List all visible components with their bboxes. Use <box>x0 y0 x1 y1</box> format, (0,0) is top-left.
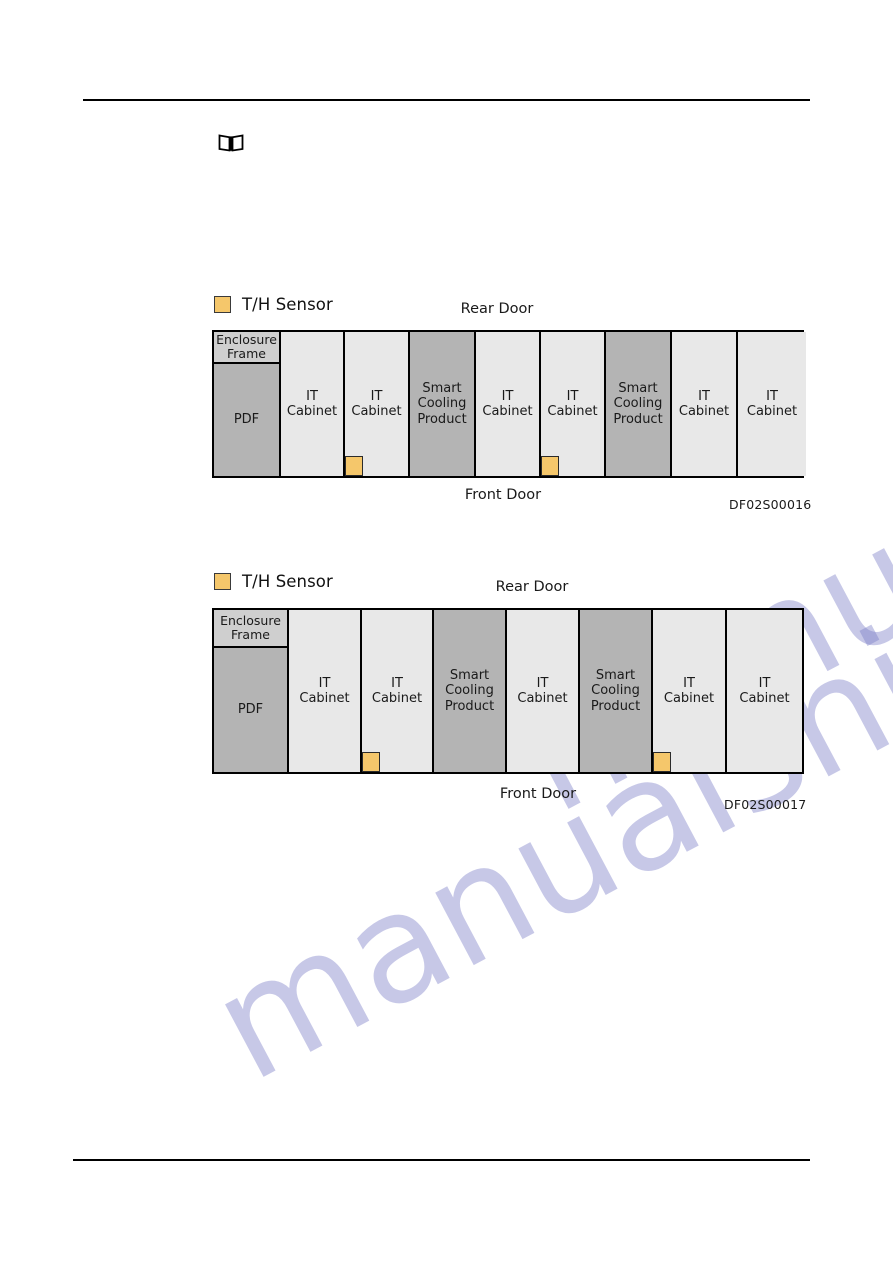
rack-cell-label: IT Cabinet <box>286 388 338 419</box>
rack-cell-label: IT Cabinet <box>663 675 715 706</box>
rack-cell-label: IT Cabinet <box>371 675 423 706</box>
front-door-label: Front Door <box>499 786 577 802</box>
rack-row: Enclosure Frame PDF IT Cabinet IT Cabinet Sm… <box>212 608 804 774</box>
th-sensor-marker <box>541 456 559 476</box>
legend-swatch-icon <box>214 573 231 590</box>
figure-id: DF02S00017 <box>724 797 807 812</box>
enclosure-frame-label: Enclosure Frame <box>216 331 277 361</box>
header-rule <box>83 99 810 101</box>
rack-cell-it-cabinet: IT Cabinet <box>541 332 606 476</box>
rack-cell-label: IT Cabinet <box>351 388 402 419</box>
rack-cell-it-cabinet: IT Cabinet <box>362 610 434 772</box>
rack-cell-it-cabinet: IT Cabinet <box>738 332 806 476</box>
rack-cell-label: IT Cabinet <box>746 388 798 419</box>
rack-cell-label: IT Cabinet <box>482 388 533 419</box>
rack-cell-label: IT Cabinet <box>678 388 730 419</box>
rack-cell-it-cabinet: IT Cabinet <box>653 610 727 772</box>
rack-cell-pdf: PDF <box>214 648 287 772</box>
enclosure-frame-header: Enclosure Frame <box>214 332 279 364</box>
legend-label: T/H Sensor <box>242 572 333 591</box>
rack-cell-it-cabinet: IT Cabinet <box>672 332 738 476</box>
legend-label: T/H Sensor <box>242 295 333 314</box>
th-sensor-marker <box>362 752 380 772</box>
rack-cell-it-cabinet: IT Cabinet <box>507 610 580 772</box>
footer-rule <box>73 1159 810 1161</box>
rack-cell-label: Smart Cooling Product <box>613 381 663 427</box>
rack-cell-it-cabinet: IT Cabinet <box>727 610 802 772</box>
th-sensor-marker <box>345 456 363 476</box>
open-book-icon <box>218 132 244 153</box>
rack-cell-label: Smart Cooling Product <box>417 381 467 427</box>
th-sensor-marker <box>653 752 671 772</box>
rack-cell-label: IT Cabinet <box>547 388 598 419</box>
rack-cell-smart-cooling-product: Smart Cooling Product <box>410 332 476 476</box>
rear-door-label: Rear Door <box>495 579 569 595</box>
rack-cell-pdf: PDF <box>214 364 279 476</box>
rear-door-label: Rear Door <box>460 301 534 317</box>
rack-cell-smart-cooling-product: Smart Cooling Product <box>580 610 653 772</box>
rack-cell-label: IT Cabinet <box>739 675 790 706</box>
rack-cell-enclosure-frame: Enclosure Frame PDF <box>214 332 281 476</box>
legend-th-sensor: T/H Sensor <box>214 295 333 314</box>
rack-cell-it-cabinet: IT Cabinet <box>281 332 345 476</box>
rack-cell-smart-cooling-product: Smart Cooling Product <box>606 332 672 476</box>
rack-row: Enclosure Frame PDF IT Cabinet IT Cabinet Sm… <box>212 330 806 478</box>
rack-cell-smart-cooling-product: Smart Cooling Product <box>434 610 507 772</box>
rack-cell-label: IT Cabinet <box>299 675 350 706</box>
rack-cell-it-cabinet: IT Cabinet <box>476 332 541 476</box>
legend-swatch-icon <box>214 296 231 313</box>
legend-th-sensor: T/H Sensor <box>214 572 333 591</box>
rack-cell-it-cabinet: IT Cabinet <box>289 610 362 772</box>
enclosure-frame-header: Enclosure Frame <box>214 610 287 648</box>
front-door-label: Front Door <box>464 487 542 503</box>
rack-cell-label: IT Cabinet <box>517 675 568 706</box>
enclosure-frame-label: Enclosure Frame <box>220 612 281 642</box>
rack-cell-label: Smart Cooling Product <box>444 668 495 714</box>
rack-cell-label: Smart Cooling Product <box>590 668 641 714</box>
rack-cell-it-cabinet: IT Cabinet <box>345 332 410 476</box>
figure-id: DF02S00016 <box>729 497 812 512</box>
rack-cell-enclosure-frame: Enclosure Frame PDF <box>214 610 289 772</box>
pdf-label: PDF <box>237 702 264 718</box>
pdf-label: PDF <box>233 412 260 428</box>
